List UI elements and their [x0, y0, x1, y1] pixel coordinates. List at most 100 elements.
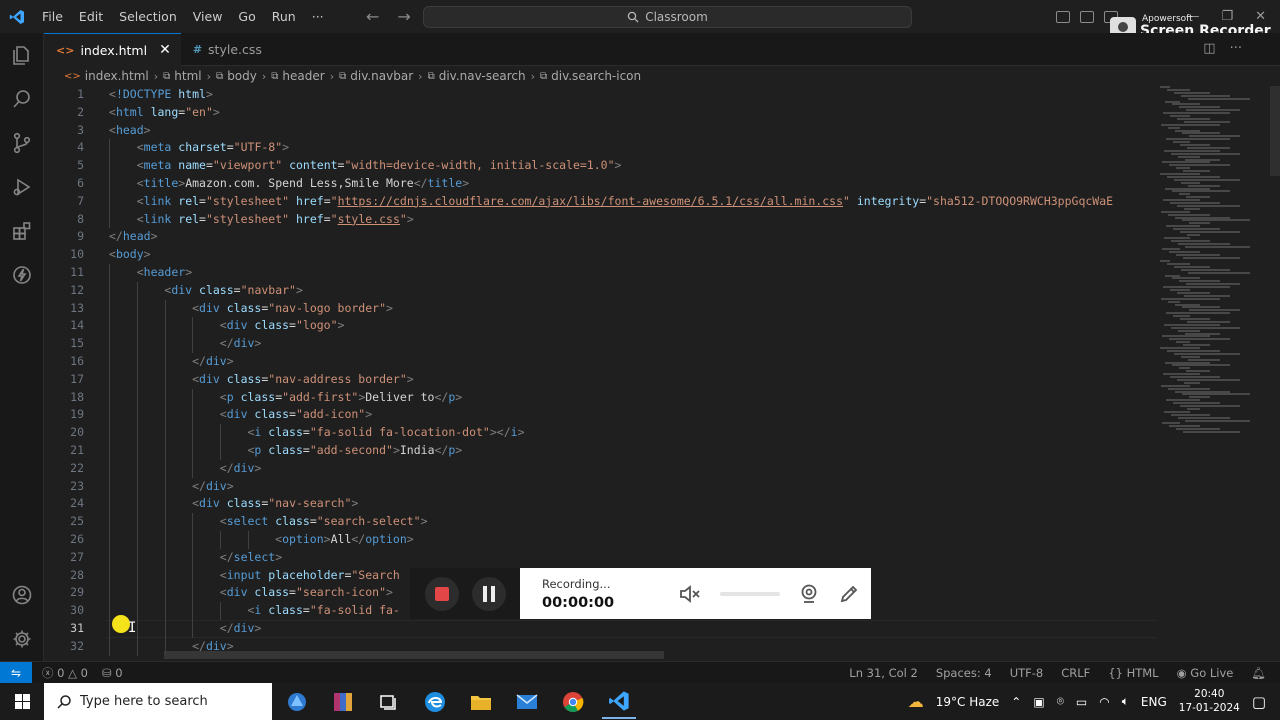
cortana-app-icon[interactable] [280, 685, 314, 719]
winrar-app-icon[interactable] [326, 685, 360, 719]
horizontal-scrollbar[interactable] [164, 651, 664, 659]
pencil-icon[interactable] [838, 583, 860, 605]
toggle-sidebar-icon[interactable] [1056, 10, 1070, 23]
start-button[interactable] [0, 683, 44, 720]
forward-arrow-icon[interactable]: → [397, 7, 410, 26]
settings-gear-icon[interactable] [0, 617, 44, 661]
webcam-icon[interactable] [798, 583, 820, 605]
code-line[interactable]: </div> [109, 353, 234, 371]
ports-indicator[interactable]: ⛁ 0 [102, 666, 123, 680]
notification-center-icon[interactable]: ▢ [1252, 693, 1266, 711]
meet-now-icon[interactable]: ▣ [1033, 695, 1044, 709]
weather-sun-icon[interactable]: ☁︎ [908, 692, 924, 711]
line-ending[interactable]: CRLF [1061, 666, 1090, 680]
language-mode[interactable]: {} HTML [1108, 666, 1158, 680]
menu-more[interactable]: ··· [304, 0, 332, 33]
code-line[interactable]: </div> [109, 335, 262, 353]
code-line[interactable]: </select> [109, 549, 282, 567]
file-explorer-icon[interactable] [464, 685, 498, 719]
menu-go[interactable]: Go [230, 0, 263, 33]
code-line[interactable]: <p class="add-first">Deliver to</p> [109, 389, 462, 407]
code-line[interactable]: <!DOCTYPE html> [109, 86, 213, 104]
taskbar-search[interactable]: Type here to search [44, 683, 272, 720]
code-line[interactable]: <div class="search-icon"> [109, 584, 393, 602]
tab-style-css[interactable]: # style.css [181, 33, 272, 66]
code-line[interactable]: <i class="fa-solid fa-location-dot"></i> [109, 424, 524, 442]
code-line[interactable]: <select class="search-select"> [109, 513, 428, 531]
edge-browser-icon[interactable] [418, 685, 452, 719]
code-line[interactable]: <html lang="en"> [109, 104, 220, 122]
network-icon[interactable]: ⌾ [1057, 694, 1064, 709]
remote-indicator-icon[interactable]: ⇋ [0, 661, 32, 684]
code-line[interactable]: <div class="navbar"> [109, 282, 303, 300]
go-live-button[interactable]: ◉ Go Live [1177, 666, 1234, 680]
toggle-panel-icon[interactable] [1080, 10, 1094, 23]
menu-file[interactable]: File [34, 0, 71, 33]
code-line[interactable]: <div class="nav-logo border"> [109, 300, 393, 318]
code-line[interactable]: <body> [109, 246, 151, 264]
code-line[interactable]: </head> [109, 228, 158, 246]
indentation[interactable]: Spaces: 4 [936, 666, 992, 680]
volume-slider[interactable] [720, 591, 780, 596]
stop-recording-button[interactable] [424, 576, 459, 611]
breadcrumb-item[interactable]: ⧉ div.nav-search [428, 69, 526, 83]
battery-icon[interactable]: ▭ [1076, 695, 1087, 709]
code-line[interactable]: <p class="add-second">India</p> [109, 442, 462, 460]
menu-view[interactable]: View [185, 0, 231, 33]
breadcrumb-item[interactable]: ⧉ div.search-icon [540, 69, 641, 83]
search-sidebar-icon[interactable] [0, 77, 44, 121]
code-line[interactable]: </div> [109, 460, 262, 478]
back-arrow-icon[interactable]: ← [366, 7, 379, 26]
notifications-bell-icon[interactable]: 🔔︎ [1251, 666, 1266, 680]
chrome-browser-icon[interactable] [556, 685, 590, 719]
wifi-icon[interactable]: ◠ [1099, 695, 1109, 709]
mail-app-icon[interactable] [510, 685, 544, 719]
code-line[interactable]: <link rel="stylesheet" href="https://cdn… [109, 193, 1113, 211]
more-actions-icon[interactable]: ··· [1230, 41, 1242, 56]
mute-speaker-icon[interactable] [678, 583, 702, 605]
language-indicator[interactable]: ENG [1141, 695, 1167, 709]
breadcrumb-item[interactable]: ⧉ header [271, 69, 324, 83]
code-line[interactable]: <input placeholder="Search [109, 567, 400, 585]
account-icon[interactable] [0, 573, 44, 617]
code-line[interactable]: <div class="logo"> [109, 317, 345, 335]
explorer-icon[interactable] [0, 33, 44, 77]
weather-text[interactable]: 19°C Haze [936, 695, 1000, 709]
breadcrumb-item[interactable]: <> index.html [64, 69, 149, 83]
clock[interactable]: 20:40 17-01-2024 [1179, 688, 1240, 715]
close-tab-icon[interactable]: ✕ [159, 42, 171, 58]
tab-index-html[interactable]: <> index.html ✕ [44, 33, 181, 66]
code-line[interactable]: <i class="fa-solid fa- [109, 602, 399, 620]
vscode-taskbar-icon[interactable] [602, 685, 636, 719]
extensions-icon[interactable] [0, 209, 44, 253]
code-line[interactable]: <link rel="stylesheet" href="style.css"> [109, 211, 414, 229]
source-control-icon[interactable] [0, 121, 44, 165]
code-line[interactable]: <meta name="viewport" content="width=dev… [109, 157, 622, 175]
vertical-scrollbar[interactable] [1270, 86, 1280, 176]
cursor-position[interactable]: Ln 31, Col 2 [849, 666, 918, 680]
code-line[interactable]: <option>All</option> [109, 531, 414, 549]
live-share-icon[interactable] [0, 253, 44, 297]
code-line[interactable]: <meta charset="UTF-8"> [109, 139, 289, 157]
menu-edit[interactable]: Edit [71, 0, 111, 33]
breadcrumb-item[interactable]: ⧉ body [216, 69, 257, 83]
code-line[interactable]: <div class="add-icon"> [109, 406, 372, 424]
menu-run[interactable]: Run [264, 0, 304, 33]
volume-icon[interactable]: 🔈︎ [1122, 694, 1129, 709]
encoding[interactable]: UTF-8 [1010, 666, 1044, 680]
run-debug-icon[interactable] [0, 165, 44, 209]
code-line[interactable]: <div class="nav-search"> [109, 495, 358, 513]
code-line[interactable]: <head> [109, 122, 151, 140]
breadcrumb-item[interactable]: ⧉ div.navbar [339, 69, 413, 83]
chevron-up-icon[interactable]: ⌃ [1011, 695, 1021, 709]
breadcrumb-item[interactable]: ⧉ html [163, 69, 201, 83]
code-line[interactable]: </div> [109, 478, 234, 496]
code-line[interactable]: <header> [109, 264, 192, 282]
code-line[interactable]: <div class="nav-address border"> [109, 371, 414, 389]
code-line[interactable]: <title>Amazon.com. Spend Less,Smile More… [109, 175, 469, 193]
problems-indicator[interactable]: ⓧ 0 △ 0 [42, 665, 88, 681]
split-editor-icon[interactable]: ◫ [1203, 41, 1215, 56]
task-view-icon[interactable] [372, 685, 406, 719]
minimap[interactable] [1160, 86, 1270, 446]
command-center[interactable]: Classroom [423, 6, 912, 28]
